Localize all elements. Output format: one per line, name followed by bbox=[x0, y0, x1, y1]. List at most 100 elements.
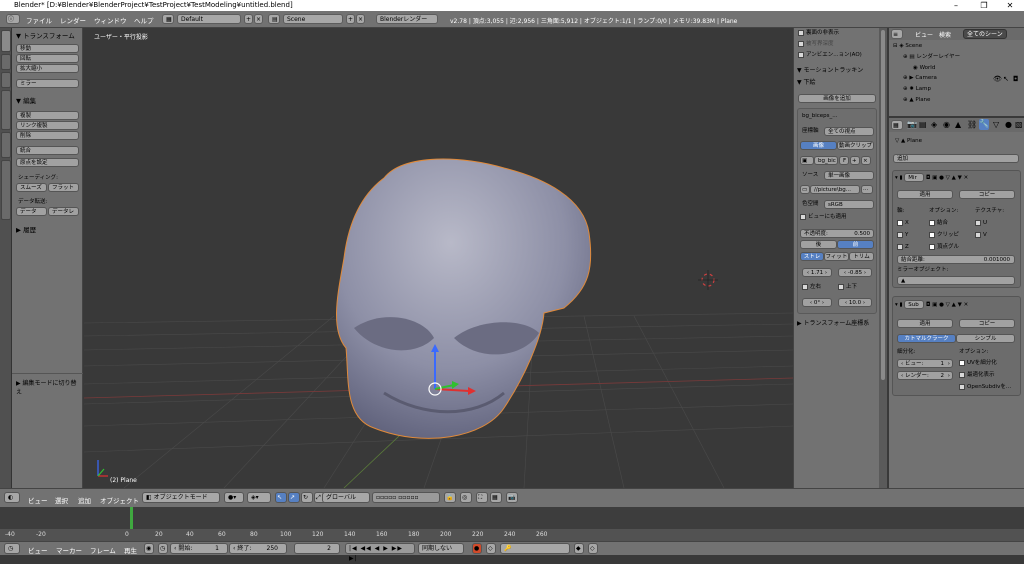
layout-remove-button[interactable]: × bbox=[254, 14, 263, 24]
colorspace-select[interactable]: sRGB bbox=[824, 200, 874, 209]
path-browse-button[interactable]: ⋯ bbox=[861, 185, 873, 194]
orientation-select[interactable]: グローバル bbox=[322, 492, 370, 503]
duplicate-button[interactable]: 複製 bbox=[16, 111, 79, 120]
snap-toggle-icon[interactable]: ⛶ bbox=[476, 492, 488, 503]
3d-cursor[interactable] bbox=[698, 270, 718, 290]
outliner-item-renderlayers[interactable]: ⊕ ▤ レンダーレイヤー bbox=[903, 52, 960, 62]
render-tab-icon[interactable]: 📷 bbox=[907, 120, 917, 129]
props-editor-icon[interactable]: ▦ bbox=[891, 120, 903, 130]
tab-physics[interactable] bbox=[1, 132, 11, 158]
back-button[interactable]: 後 bbox=[800, 240, 837, 249]
start-frame-field[interactable]: ‹ 開始: 1 bbox=[170, 543, 228, 554]
tab-create[interactable] bbox=[1, 54, 11, 70]
proportional-edit-icon[interactable]: ◎ bbox=[460, 492, 472, 503]
shade-smooth-button[interactable]: スムーズ bbox=[16, 183, 47, 192]
subsurf-copy-button[interactable]: コピー bbox=[959, 319, 1015, 328]
outliner-editor-icon[interactable]: ≡ bbox=[891, 29, 903, 39]
flip-y-row[interactable]: 上下 bbox=[838, 282, 857, 292]
tab-relations[interactable] bbox=[1, 72, 11, 88]
merge-limit-field[interactable]: 結合距離: 0.001000 bbox=[897, 255, 1015, 264]
image-new-button[interactable]: + bbox=[850, 156, 860, 165]
axis-z-row[interactable]: Z bbox=[897, 242, 909, 252]
keying-icon[interactable]: ◉ bbox=[144, 543, 154, 554]
mirror-button[interactable]: ミラー bbox=[16, 79, 79, 88]
dof-checkbox[interactable] bbox=[798, 40, 804, 47]
image-unlink-button[interactable]: × bbox=[861, 156, 871, 165]
opacity-slider[interactable]: 不透明度: 0.500 bbox=[800, 229, 874, 238]
mirror-apply-button[interactable]: 適用 bbox=[897, 190, 953, 199]
transform-orientation-header[interactable]: ▶ トランスフォーム座標系 bbox=[797, 319, 869, 329]
view3d-editor-icon[interactable]: ◐ bbox=[4, 492, 20, 503]
image-fake-user[interactable]: F bbox=[839, 156, 849, 165]
add-modifier-select[interactable]: 追加 bbox=[893, 154, 1019, 163]
subdivide-uvs-row[interactable]: UVを細分化 bbox=[959, 358, 997, 368]
menu-window[interactable]: ウィンドウ bbox=[94, 15, 127, 25]
shading-select[interactable]: ●▾ bbox=[224, 492, 244, 503]
outliner-menu-view[interactable]: ビュー bbox=[915, 30, 933, 39]
edit-header[interactable]: ▼ 編集 bbox=[16, 95, 36, 105]
auto-key-record-icon[interactable]: ● bbox=[472, 543, 482, 554]
merge-checkbox[interactable] bbox=[929, 219, 935, 226]
optimal-display-row[interactable]: 最適化表示 bbox=[959, 370, 995, 380]
minimize-button[interactable]: – bbox=[942, 0, 970, 11]
select-arrow-icon[interactable]: ↖ bbox=[1003, 75, 1009, 83]
render-engine-select[interactable]: Blenderレンダー bbox=[376, 14, 438, 24]
layers-tab-icon[interactable]: ▤ bbox=[919, 120, 927, 129]
flip-x-checkbox[interactable] bbox=[802, 283, 808, 290]
layout-add-button[interactable]: + bbox=[244, 14, 253, 24]
tex-v-checkbox[interactable] bbox=[975, 231, 981, 238]
catmull-clark-button[interactable]: カトマルクラーク bbox=[897, 334, 956, 343]
optimal-display-checkbox[interactable] bbox=[959, 371, 965, 378]
render-camera-icon[interactable]: ◘ bbox=[1013, 75, 1019, 83]
manipulator-toggle[interactable]: ↖ bbox=[275, 492, 287, 503]
axis-z-checkbox[interactable] bbox=[897, 243, 903, 250]
history-header[interactable]: ▶ 履歴 bbox=[16, 224, 36, 234]
clipping-row[interactable]: クリッピ bbox=[929, 230, 959, 240]
delete-button[interactable]: 削除 bbox=[16, 131, 79, 140]
clipping-checkbox[interactable] bbox=[929, 231, 935, 238]
snap-element-icon[interactable]: ▦ bbox=[490, 492, 502, 503]
fit-button[interactable]: フィット bbox=[824, 252, 849, 261]
timeline-menu-playback[interactable]: 再生 bbox=[124, 545, 137, 555]
insert-keyframe-icon[interactable]: ◆ bbox=[574, 543, 584, 554]
axis-x-checkbox[interactable] bbox=[897, 219, 903, 226]
skull-mesh[interactable] bbox=[336, 158, 592, 439]
data-tab-icon[interactable]: ▽ bbox=[993, 120, 999, 129]
outliner-item-world[interactable]: ◉ World bbox=[913, 63, 935, 73]
3d-viewport[interactable]: ユーザー・平行投影 (2) Plane bbox=[84, 28, 793, 488]
view3d-menu-view[interactable]: ビュー bbox=[28, 495, 48, 505]
mirror-modifier-header[interactable]: ▾ ▮ Mir ◘ ▣ ● ▽ ▲ ▼ ✕ bbox=[895, 173, 968, 183]
view-as-render-checkbox[interactable] bbox=[800, 213, 806, 220]
stretch-button[interactable]: ストレ bbox=[800, 252, 824, 261]
tab-tools[interactable] bbox=[1, 30, 11, 52]
mirror-object-field[interactable]: ▲ bbox=[897, 276, 1015, 285]
folder-icon[interactable]: ▭ bbox=[800, 185, 810, 194]
delete-keyframe-icon[interactable]: ◇ bbox=[588, 543, 598, 554]
rotate-button[interactable]: 回転 bbox=[16, 54, 79, 63]
lock-layers-icon[interactable]: 🔒 bbox=[444, 492, 456, 503]
constraints-tab-icon[interactable]: ⛓ bbox=[967, 120, 977, 129]
translate-manip-icon[interactable]: ↗ bbox=[288, 492, 300, 503]
merge-row[interactable]: 結合 bbox=[929, 218, 948, 228]
end-frame-field[interactable]: ‹ 終了: 250 bbox=[229, 543, 287, 554]
axis-x-row[interactable]: X bbox=[897, 218, 909, 228]
source-select[interactable]: 単一画像 bbox=[824, 171, 874, 180]
tab-animation[interactable] bbox=[1, 90, 11, 130]
bg-tab-clip[interactable]: 動画クリップ bbox=[837, 141, 874, 150]
timeline[interactable]: -40 -20 0 20 40 60 80 100 120 140 160 18… bbox=[0, 507, 1024, 541]
texture-tab-icon[interactable]: ▧ bbox=[1015, 120, 1023, 129]
shade-flat-button[interactable]: フラット bbox=[48, 183, 79, 192]
scene-tab-icon[interactable]: ◈ bbox=[931, 120, 937, 129]
outliner-item-lamp[interactable]: ⊕ ✸ Lamp bbox=[903, 84, 931, 94]
set-origin-button[interactable]: 原点を設定 bbox=[16, 158, 79, 167]
keyframe-type-icon[interactable]: ◇ bbox=[486, 543, 496, 554]
axis-y-checkbox[interactable] bbox=[897, 231, 903, 238]
timeline-area[interactable] bbox=[0, 507, 1024, 529]
timeline-menu-frame[interactable]: フレーム bbox=[90, 545, 116, 555]
simple-button[interactable]: シンプル bbox=[956, 334, 1015, 343]
rotation-field[interactable]: ‹ 0° › bbox=[802, 298, 832, 307]
flip-x-row[interactable]: 左右 bbox=[802, 282, 821, 292]
current-frame-indicator[interactable] bbox=[130, 507, 133, 529]
translate-button[interactable]: 移動 bbox=[16, 44, 79, 53]
scene-icon[interactable]: ▤ bbox=[268, 14, 280, 24]
